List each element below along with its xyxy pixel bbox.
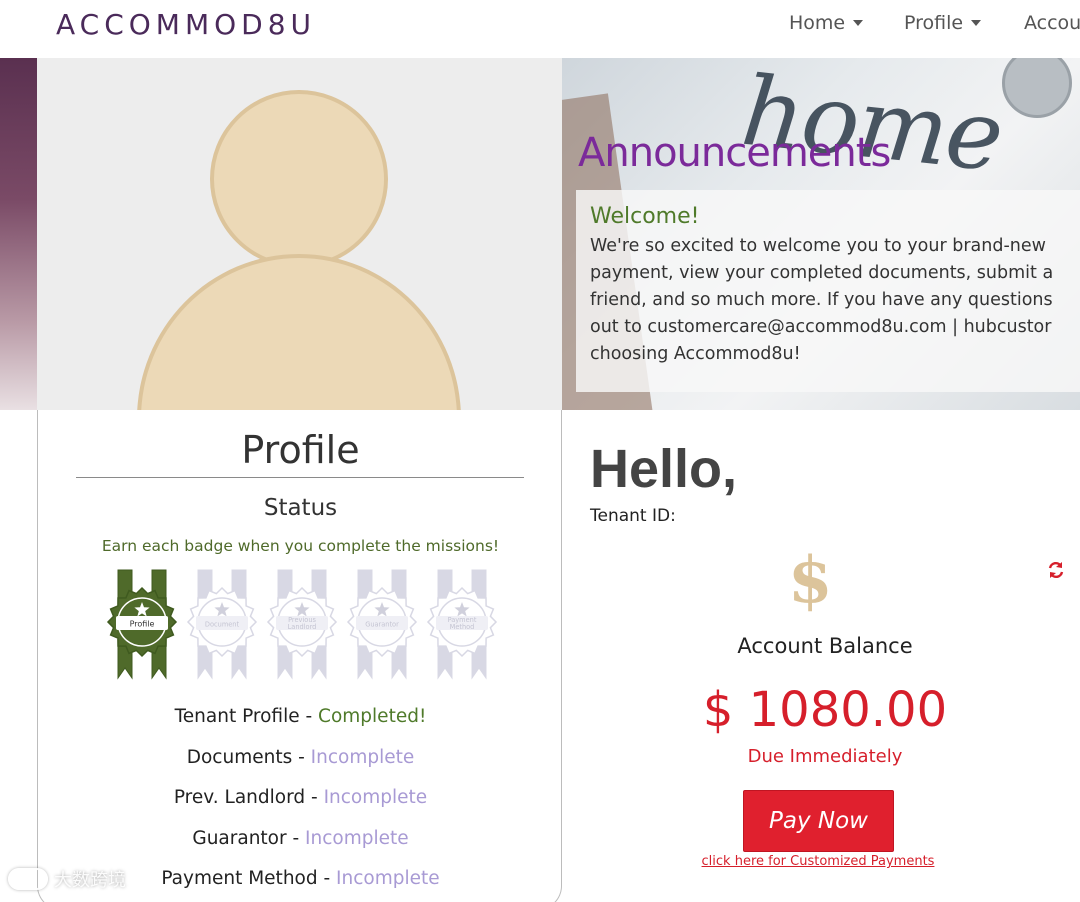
avatar-body-icon xyxy=(137,254,461,410)
status-row: Documents - Incomplete xyxy=(38,747,563,788)
badge-previous-landlord: Previous Landlord xyxy=(262,568,342,680)
status-row-label: Payment Method - xyxy=(161,868,337,890)
badge-label: Document xyxy=(205,621,240,629)
hero-background-strip xyxy=(0,58,37,410)
tenant-id-label: Tenant ID: xyxy=(590,506,676,526)
badge-document: Document xyxy=(182,568,262,680)
status-incomplete-text: Incomplete xyxy=(310,746,415,768)
status-row-label: Prev. Landlord - xyxy=(173,787,324,809)
status-incomplete-text: Incomplete xyxy=(323,787,428,809)
status-title: Status xyxy=(263,495,338,521)
profile-status-card: Profile Status Earn each badge when you … xyxy=(37,410,562,902)
badge-label: Guarantor xyxy=(365,621,399,629)
top-navbar: ACCOMMOD8U Home Profile Accou xyxy=(0,0,1080,58)
badge-label: Payment Method xyxy=(448,616,477,631)
status-row: Guarantor - Incomplete xyxy=(38,828,563,869)
watermark: 大数跨境 xyxy=(8,866,126,892)
nav-account-dropdown[interactable]: Accou xyxy=(1024,12,1080,34)
account-summary-card: Hello, Tenant ID: $ Account Balance $ 10… xyxy=(562,410,1080,902)
welcome-title: Welcome! xyxy=(590,204,700,229)
watermark-logo-icon xyxy=(8,868,48,890)
status-incomplete-text: Incomplete xyxy=(336,868,440,890)
badge-row: Profile Document Previous Landlord Guarantor… xyxy=(102,568,502,680)
badge-label: Previous Landlord xyxy=(288,616,317,631)
nav-home-dropdown[interactable]: Home xyxy=(789,12,864,34)
badge-icon: Document xyxy=(186,569,258,680)
pay-now-button[interactable]: Pay Now xyxy=(743,790,894,852)
nav-home-label: Home xyxy=(789,12,846,34)
customized-payments-link[interactable]: click here for Customized Payments xyxy=(562,854,1074,869)
badge-profile: Profile xyxy=(102,568,182,680)
badge-payment-method: Payment Method xyxy=(422,568,502,680)
badge-icon: Guarantor xyxy=(346,569,418,680)
announcement-card: Welcome! We're so excited to welcome you… xyxy=(576,190,1080,392)
badge-guarantor: Guarantor xyxy=(342,568,422,680)
account-balance-label: Account Balance xyxy=(737,634,913,658)
profile-title: Profile xyxy=(241,428,360,472)
status-row-label: Guarantor - xyxy=(192,827,306,849)
nav-account-label: Accou xyxy=(1024,12,1080,34)
badge-icon: Previous Landlord xyxy=(266,569,338,680)
status-row: Tenant Profile - Completed! xyxy=(38,706,563,747)
status-row-label: Tenant Profile - xyxy=(174,706,319,727)
profile-avatar-panel xyxy=(37,58,562,410)
chevron-down-icon xyxy=(971,20,982,26)
announcements-panel: home Announcements Welcome! We're so exc… xyxy=(562,58,1080,410)
nav-profile-dropdown[interactable]: Profile xyxy=(904,12,982,34)
dollar-icon: $ xyxy=(788,543,833,618)
divider xyxy=(76,477,524,478)
badge-label: Profile xyxy=(130,620,155,629)
chevron-down-icon xyxy=(853,20,864,26)
greeting-heading: Hello, xyxy=(590,439,738,499)
refresh-icon[interactable] xyxy=(1046,560,1066,580)
status-incomplete-text: Incomplete xyxy=(305,827,409,849)
brand-logo[interactable]: ACCOMMOD8U xyxy=(56,8,316,41)
status-row-label: Documents - xyxy=(186,746,311,768)
badge-icon: Profile xyxy=(106,569,178,680)
status-completed-text: Completed! xyxy=(318,706,427,727)
status-row: Prev. Landlord - Incomplete xyxy=(38,787,563,828)
background-key-shape xyxy=(1002,58,1072,118)
badge-hint-text: Earn each badge when you complete the mi… xyxy=(101,537,500,555)
avatar-head-icon xyxy=(210,90,388,268)
account-balance-amount: $ 1080.00 xyxy=(702,682,948,738)
announcements-title: Announcements xyxy=(578,130,891,176)
welcome-text: We're so excited to welcome you to your … xyxy=(590,236,1054,364)
due-status-text: Due Immediately xyxy=(747,746,903,767)
watermark-text: 大数跨境 xyxy=(54,870,126,891)
badge-icon: Payment Method xyxy=(426,569,498,680)
nav-profile-label: Profile xyxy=(904,12,964,34)
